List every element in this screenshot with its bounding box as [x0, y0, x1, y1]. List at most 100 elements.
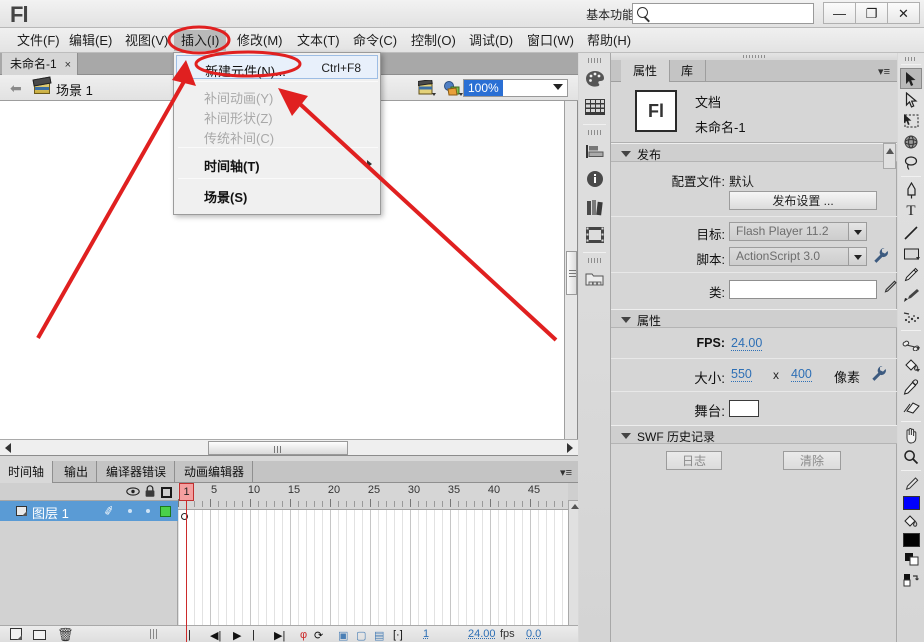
frame-cell[interactable] — [426, 510, 427, 625]
swap-colors-icon[interactable] — [900, 569, 922, 590]
lasso-tool-icon[interactable] — [900, 152, 922, 173]
eyedropper-tool-icon[interactable] — [900, 376, 922, 397]
frame-cell[interactable] — [386, 510, 387, 625]
frame-cell[interactable] — [410, 510, 411, 625]
frame-cell[interactable] — [458, 510, 459, 625]
back-arrow-icon[interactable]: ⬅ — [10, 80, 22, 97]
stage-vertical-scrollbar[interactable] — [564, 101, 577, 439]
playhead-marker[interactable]: 1 — [179, 483, 194, 501]
go-to-first-frame-button[interactable]: |◀ — [188, 629, 196, 642]
scroll-left-arrow-icon[interactable] — [5, 443, 11, 453]
layer-lock-toggle[interactable] — [146, 509, 150, 513]
edit-symbol-icon[interactable] — [444, 80, 462, 96]
step-back-button[interactable]: ◀| — [210, 629, 221, 642]
frame-cell[interactable] — [194, 510, 195, 625]
frame-cell[interactable] — [314, 510, 315, 625]
selection-tool-icon[interactable] — [900, 68, 922, 89]
tab-properties[interactable]: 属性 — [621, 60, 670, 82]
rail-grip-icon-2[interactable] — [588, 130, 602, 135]
menu-modify[interactable]: 修改(M) — [230, 30, 290, 51]
spray-brush-tool-icon[interactable] — [900, 306, 922, 327]
frame-cell[interactable] — [338, 510, 339, 625]
stage-color-swatch[interactable] — [729, 400, 759, 417]
edit-class-pencil-icon[interactable] — [883, 280, 897, 299]
properties-vertical-scrollbar[interactable] — [883, 143, 896, 169]
3d-rotation-tool-icon[interactable] — [900, 131, 922, 152]
scroll-up-arrow-icon[interactable] — [571, 504, 579, 509]
frame-cell[interactable] — [242, 510, 243, 625]
bone-tool-icon[interactable] — [900, 334, 922, 355]
section-publish-header[interactable]: 发布 — [611, 143, 897, 162]
document-settings-wrench-icon[interactable] — [871, 365, 886, 385]
timeline-ruler[interactable]: 151015202530354045 — [178, 483, 568, 510]
frame-cell[interactable] — [362, 510, 363, 625]
menu-insert[interactable]: 插入(I) — [174, 30, 226, 51]
frame-cell[interactable] — [210, 510, 211, 625]
frame-cell[interactable] — [378, 510, 379, 625]
zoom-combo[interactable]: 100% — [463, 79, 568, 97]
pencil-tool-icon[interactable] — [900, 264, 922, 285]
elapsed-time-value[interactable]: 0.0 s — [526, 628, 541, 642]
new-folder-button[interactable] — [33, 630, 46, 640]
onion-skin-marker-icon[interactable]: φ — [300, 629, 307, 641]
frame-cell[interactable] — [418, 510, 419, 625]
frame-cell[interactable] — [234, 510, 235, 625]
eraser-tool-icon[interactable] — [900, 397, 922, 418]
frame-cell[interactable] — [346, 510, 347, 625]
menu-view[interactable]: 视图(V) — [118, 30, 175, 51]
tools-grip-icon[interactable] — [905, 57, 917, 61]
frame-cell[interactable] — [546, 510, 547, 625]
menu-item-1[interactable]: 新建元件(N)...Ctrl+F8 — [176, 55, 378, 79]
panel-drag-grip[interactable] — [611, 53, 897, 60]
frame-cell[interactable] — [330, 510, 331, 625]
step-forward-button[interactable]: |▶ — [252, 629, 260, 642]
folder-collection-icon[interactable] — [583, 267, 607, 291]
rail-grip-icon[interactable] — [588, 58, 602, 63]
frame-cell[interactable] — [538, 510, 539, 625]
search-input[interactable] — [655, 5, 810, 22]
fps-value[interactable]: 24.00 — [731, 336, 762, 351]
text-tool-icon[interactable]: T — [900, 201, 922, 222]
go-to-last-frame-button[interactable]: ▶| — [274, 629, 285, 642]
minimize-button[interactable]: — — [823, 2, 856, 24]
frame-rate-value[interactable]: 24.00 — [468, 628, 496, 640]
color-palette-icon[interactable] — [583, 67, 607, 91]
subselection-tool-icon[interactable] — [900, 89, 922, 110]
script-settings-wrench-icon[interactable] — [873, 247, 888, 267]
frame-cell[interactable] — [298, 510, 299, 625]
tab-timeline[interactable]: 时间轴 — [0, 461, 53, 483]
fill-color-icon[interactable] — [900, 511, 922, 532]
stage-horizontal-scrollbar[interactable] — [0, 439, 578, 456]
publish-settings-button[interactable]: 发布设置 ... — [729, 191, 877, 210]
rail-grip-icon-3[interactable] — [588, 258, 602, 263]
timeline-frames-grid[interactable] — [178, 510, 568, 625]
menu-window[interactable]: 窗口(W) — [520, 30, 581, 51]
frame-cell[interactable] — [202, 510, 203, 625]
frame-cell[interactable] — [530, 510, 531, 625]
fill-color-swatch[interactable] — [903, 533, 920, 547]
close-button[interactable]: ✕ — [887, 2, 920, 24]
hand-tool-icon[interactable] — [900, 425, 922, 446]
script-select[interactable]: ActionScript 3.0 — [729, 247, 867, 266]
swf-clear-button[interactable]: 清除 — [783, 451, 841, 470]
menu-file[interactable]: 文件(F) — [10, 30, 67, 51]
menu-commands[interactable]: 命令(C) — [346, 30, 404, 51]
frame-cell[interactable] — [274, 510, 275, 625]
frame-cell[interactable] — [290, 510, 291, 625]
frame-cell[interactable] — [282, 510, 283, 625]
frame-cell[interactable] — [402, 510, 403, 625]
frame-cell[interactable] — [178, 510, 179, 625]
frame-cell[interactable] — [474, 510, 475, 625]
frame-cell[interactable] — [322, 510, 323, 625]
layer-outline-color-swatch[interactable] — [160, 506, 171, 517]
frame-cell[interactable] — [370, 510, 371, 625]
close-icon[interactable]: × — [65, 59, 71, 71]
frame-cell[interactable] — [498, 510, 499, 625]
pen-tool-icon[interactable] — [900, 180, 922, 201]
frame-cell[interactable] — [490, 510, 491, 625]
frame-cell[interactable] — [482, 510, 483, 625]
frame-cell[interactable] — [506, 510, 507, 625]
chevron-down-icon[interactable] — [848, 248, 866, 265]
frame-cell[interactable] — [442, 510, 443, 625]
layer-visibility-toggle[interactable] — [128, 509, 132, 513]
